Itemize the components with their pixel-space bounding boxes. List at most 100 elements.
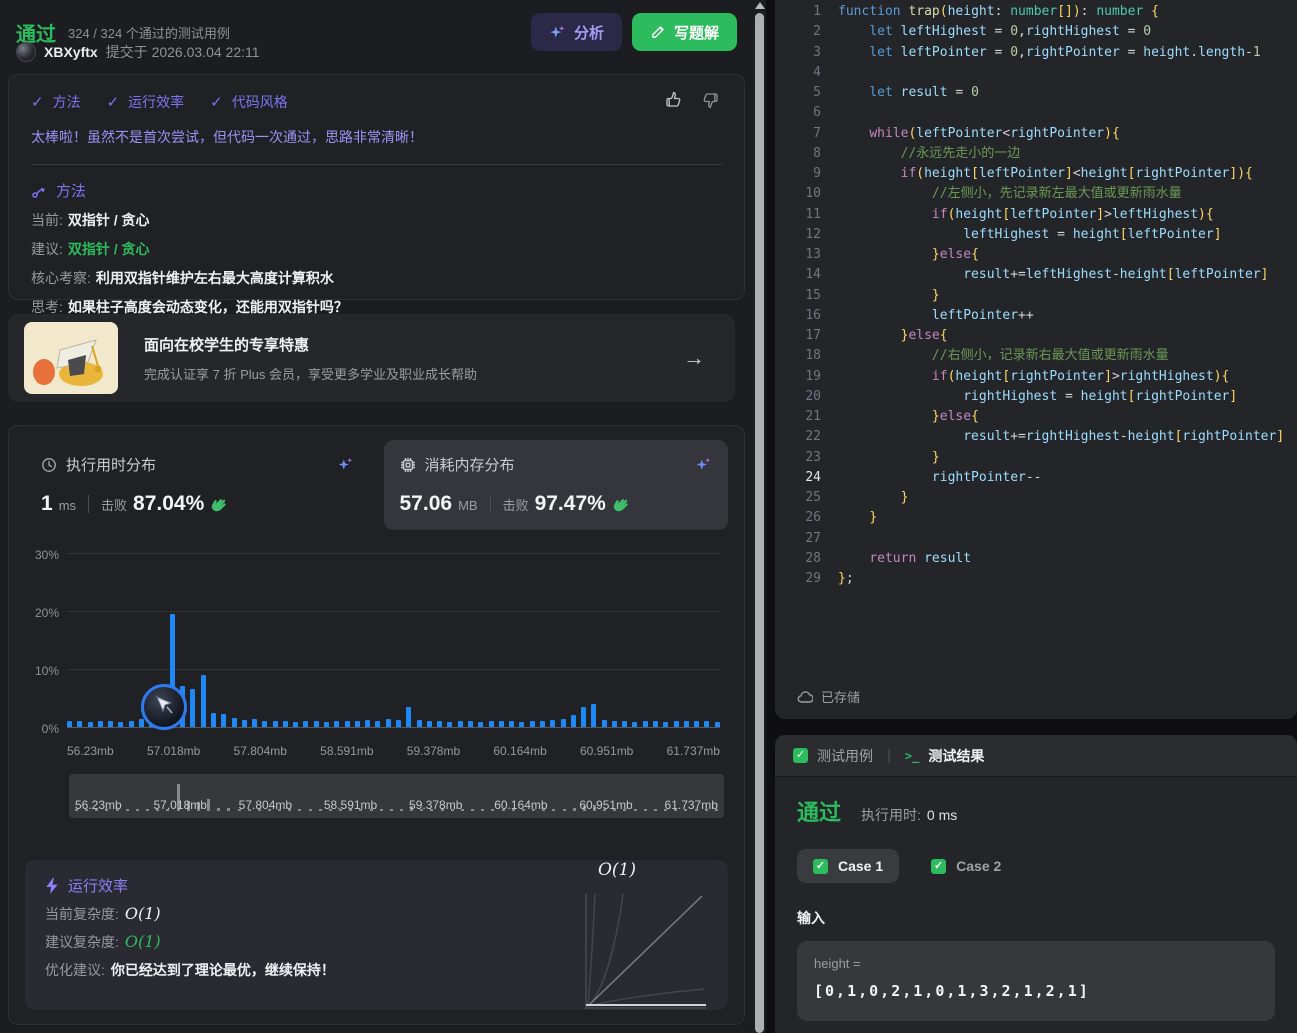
chart-bar[interactable] [581,707,586,727]
chart-bar[interactable] [643,721,648,727]
code-line[interactable]: 27 [775,529,1297,549]
chart-bar[interactable] [540,721,545,727]
chart-bar[interactable] [704,721,709,727]
code-line[interactable]: 23 } [775,448,1297,468]
student-promo-banner[interactable]: 面向在校学生的专享特惠 完成认证享 7 折 Plus 会员，享受更多学业及职业成… [8,314,735,402]
code-lines[interactable]: 1function trap(height: number[]): number… [775,2,1297,589]
chart-bar[interactable] [550,720,555,727]
chart-bar[interactable] [273,721,278,727]
code-line[interactable]: 29}; [775,569,1297,589]
chart-bar[interactable] [427,721,432,727]
code-line[interactable]: 5 let result = 0 [775,83,1297,103]
chart-bar[interactable] [653,721,658,727]
code-line[interactable]: 21 }else{ [775,407,1297,427]
code-line[interactable]: 24 rightPointer-- [775,468,1297,488]
chart-bar[interactable] [489,721,494,727]
chart-bar[interactable] [406,707,411,727]
chart-bar[interactable] [663,722,668,727]
memory-stat[interactable]: 消耗内存分布 57.06 MB 击败 97.47% [384,440,729,530]
avatar[interactable] [16,42,36,62]
code-line[interactable]: 9 if(height[leftPointer]<height[rightPoi… [775,164,1297,184]
chart-bar[interactable] [499,721,504,727]
code-line[interactable]: 7 while(leftPointer<rightPointer){ [775,124,1297,144]
chart-bar[interactable] [530,721,535,727]
chart-bar[interactable] [437,721,442,727]
chart-bar[interactable] [468,721,473,727]
code-line[interactable]: 13 }else{ [775,245,1297,265]
chart-bar[interactable] [283,721,288,727]
chart-bar[interactable] [612,721,617,727]
code-line[interactable]: 1function trap(height: number[]): number… [775,2,1297,22]
thumbs-up-button[interactable] [664,91,682,109]
code-line[interactable]: 6 [775,103,1297,123]
code-line[interactable]: 3 let leftPointer = 0,rightPointer = hei… [775,43,1297,63]
sparkles-icon[interactable] [337,456,354,473]
chart-bar[interactable] [571,715,576,727]
chart-bar[interactable] [375,721,380,727]
chart-bar[interactable] [190,689,195,727]
code-line[interactable]: 20 rightHighest = height[rightPointer] [775,387,1297,407]
runtime-stat[interactable]: 执行用时分布 1 ms 击败 87.04% [25,440,370,530]
chart-bar[interactable] [242,720,247,727]
sparkles-icon[interactable] [695,456,712,473]
chart-bar[interactable] [602,720,607,727]
case-button[interactable]: ✓Case 2 [915,849,1017,883]
chart-bar[interactable] [715,722,720,727]
chart-bar[interactable] [221,714,226,727]
chart-bar[interactable] [118,722,123,727]
chart-bar[interactable] [561,719,566,727]
chart-bar[interactable] [694,721,699,727]
chart-bar[interactable] [201,675,206,727]
code-line[interactable]: 4 [775,63,1297,83]
code-line[interactable]: 12 leftHighest = height[leftPointer] [775,225,1297,245]
code-line[interactable]: 17 }else{ [775,326,1297,346]
code-line[interactable]: 26 } [775,508,1297,528]
chart-bar[interactable] [88,722,93,727]
chart-bar[interactable] [396,720,401,727]
chart-bar[interactable] [314,721,319,727]
chart-bar[interactable] [478,722,483,727]
chart-bar[interactable] [591,704,596,727]
chart-bar[interactable] [211,713,216,728]
chart-bar[interactable] [447,722,452,727]
code-line[interactable]: 28 return result [775,549,1297,569]
thumbs-down-button[interactable] [702,91,720,109]
scroll-up-arrow[interactable] [755,2,765,9]
chart-bar[interactable] [67,721,72,727]
code-line[interactable]: 2 let leftHighest = 0,rightHighest = 0 [775,22,1297,42]
chart-bar[interactable] [345,721,350,727]
code-line[interactable]: 19 if(height[rightPointer]>rightHighest)… [775,367,1297,387]
chart-bar[interactable] [139,719,144,727]
chart-bar[interactable] [509,721,514,727]
chart-bar[interactable] [632,722,637,727]
chart-bar[interactable] [622,721,627,727]
write-solution-button[interactable]: 写题解 [632,13,737,51]
code-line[interactable]: 14 result+=leftHighest-height[leftPointe… [775,265,1297,285]
chart-bar[interactable] [293,722,298,727]
code-line[interactable]: 8 //永远先走小的一边 [775,144,1297,164]
case-button[interactable]: ✓Case 1 [797,849,899,883]
chart-bar[interactable] [417,720,422,727]
chart-bar[interactable] [684,721,689,727]
code-line[interactable]: 22 result+=rightHighest-height[rightPoin… [775,427,1297,447]
tab-test-result[interactable]: >_ 测试结果 [905,746,984,766]
chart-bar[interactable] [108,721,113,727]
chart-bar[interactable] [303,721,308,727]
chart-bar[interactable] [232,718,237,727]
left-panel-scrollbar[interactable] [753,0,766,1033]
chart-bar[interactable] [129,721,134,727]
code-line[interactable]: 16 leftPointer++ [775,306,1297,326]
chart-bar[interactable] [458,721,463,727]
chart-bar[interactable] [519,722,524,727]
promo-arrow-icon[interactable]: → [677,344,711,372]
tab-testcase[interactable]: ✓ 测试用例 [793,746,873,766]
code-line[interactable]: 15 } [775,286,1297,306]
code-line[interactable]: 11 if(height[leftPointer]>leftHighest){ [775,205,1297,225]
input-box[interactable]: height = [0,1,0,2,1,0,1,3,2,1,2,1] [797,941,1275,1021]
chart-bar[interactable] [77,721,82,727]
chart-bar[interactable] [365,720,370,727]
chart-bar[interactable] [674,721,679,727]
chart-bar[interactable] [386,719,391,727]
code-line[interactable]: 18 //右侧小，记录新右最大值或更新雨水量 [775,346,1297,366]
scrollbar-thumb[interactable] [755,13,764,1033]
